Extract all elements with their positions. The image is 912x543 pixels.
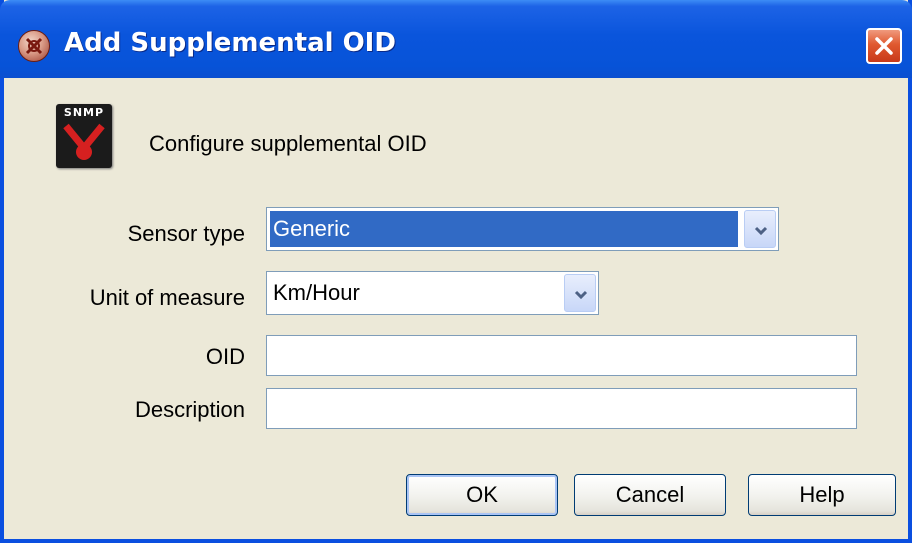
cancel-button[interactable]: Cancel bbox=[574, 474, 726, 516]
unit-of-measure-value: Km/Hour bbox=[273, 280, 360, 305]
app-logo-icon bbox=[18, 30, 50, 62]
dialog-window: Add Supplemental OID SNMP Configure supp… bbox=[0, 0, 912, 543]
close-button[interactable] bbox=[866, 28, 902, 64]
description-input[interactable] bbox=[266, 388, 857, 429]
sensor-type-value: Generic bbox=[273, 216, 351, 241]
unit-of-measure-dropdown[interactable]: Km/Hour bbox=[266, 271, 599, 315]
help-button[interactable]: Help bbox=[748, 474, 896, 516]
oid-label: OID bbox=[205, 344, 245, 369]
unit-of-measure-label: Unit of measure bbox=[89, 285, 245, 310]
oid-input[interactable] bbox=[266, 335, 857, 376]
chevron-down-icon bbox=[574, 290, 588, 300]
description-label: Description bbox=[134, 397, 245, 422]
snmp-icon-text: SNMP bbox=[63, 106, 105, 119]
dialog-heading: Configure supplemental OID bbox=[149, 131, 427, 156]
snmp-icon: SNMP bbox=[56, 104, 112, 168]
sensor-type-dropdown-button[interactable] bbox=[744, 210, 776, 248]
sensor-type-label: Sensor type bbox=[127, 221, 245, 246]
unit-of-measure-dropdown-button[interactable] bbox=[564, 274, 596, 312]
window-title: Add Supplemental OID bbox=[64, 28, 396, 58]
ok-button[interactable]: OK bbox=[406, 474, 558, 516]
chevron-down-icon bbox=[754, 226, 768, 236]
title-bar[interactable]: Add Supplemental OID bbox=[0, 0, 912, 78]
close-icon bbox=[875, 37, 893, 55]
sensor-type-dropdown[interactable]: Generic bbox=[266, 207, 779, 251]
